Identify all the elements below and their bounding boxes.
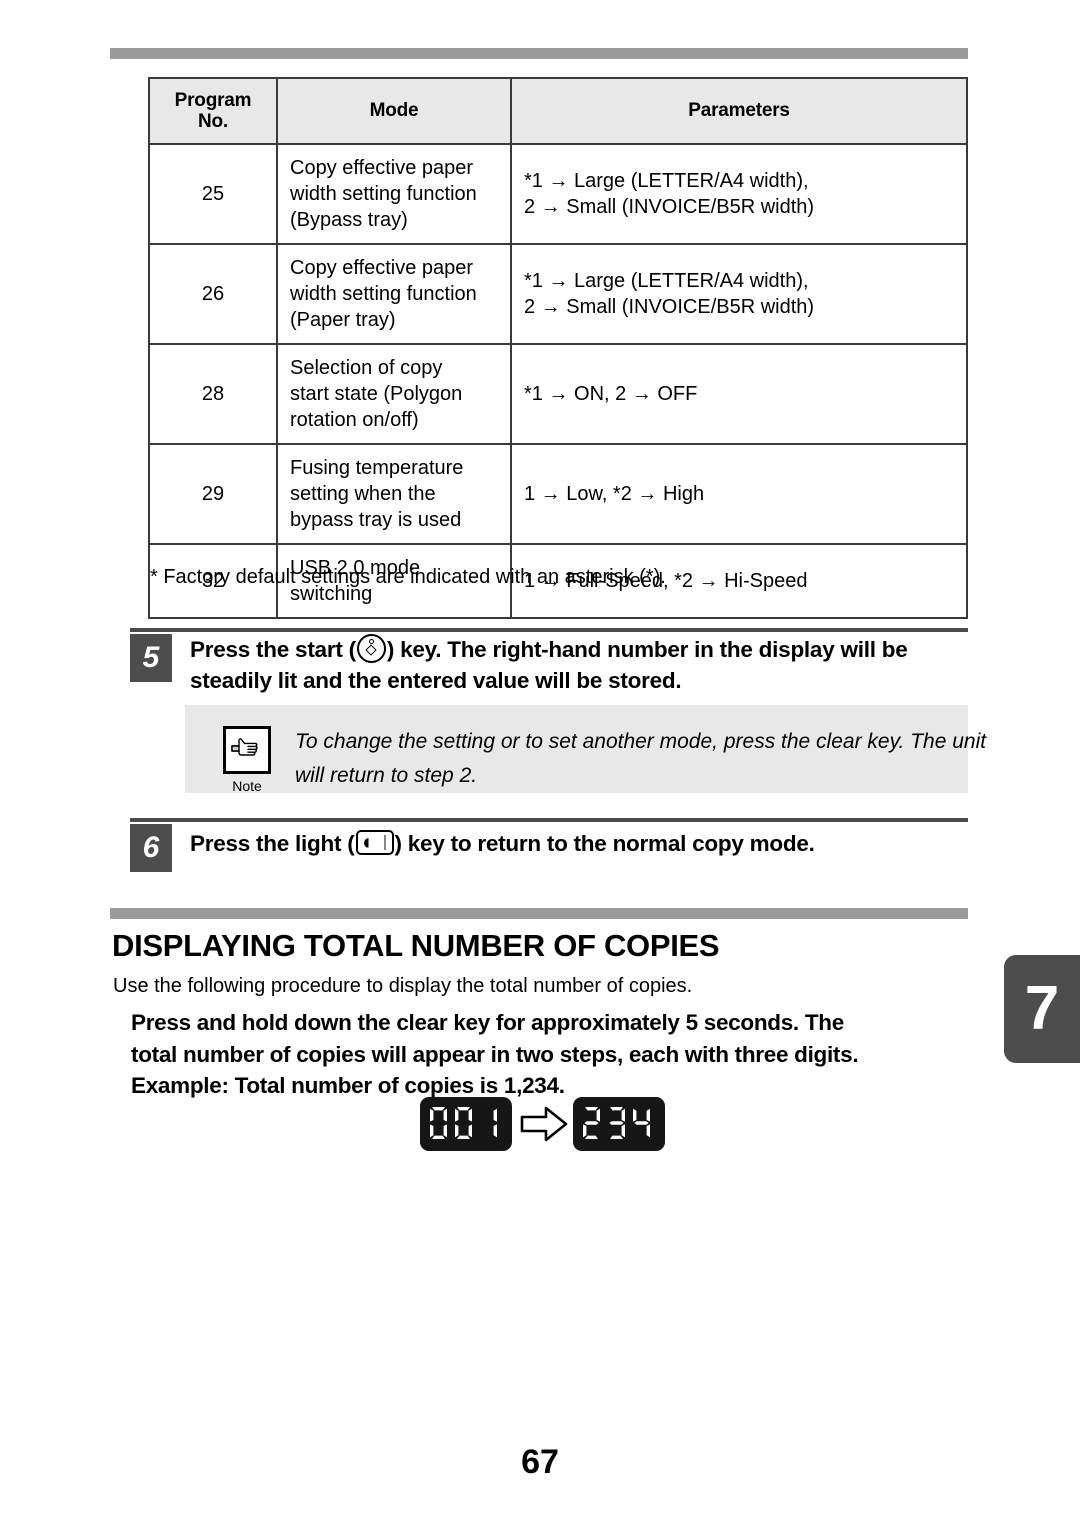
section-body-line1: Press and hold down the clear key for ap…	[131, 1010, 844, 1035]
step-5-text-before-key: Press the start (	[190, 637, 356, 662]
note-text: To change the setting or to set another …	[295, 730, 987, 788]
column-header-program-no-line1: Program	[174, 89, 252, 111]
cell-mode-line: Fusing temperature	[290, 457, 464, 479]
cell-mode-line: bypass tray is used	[290, 509, 462, 531]
start-key-icon	[356, 634, 386, 663]
cell-mode: Copy effective paper width setting funct…	[276, 143, 512, 245]
step-6-divider	[130, 818, 968, 822]
pointing-hand-icon	[223, 726, 271, 774]
cell-mode-line: Copy effective paper	[290, 257, 474, 279]
step-5-divider	[130, 628, 968, 632]
cell-program-no: 29	[148, 443, 278, 545]
cell-mode-line: Selection of copy	[290, 357, 443, 379]
step-6-text-after-key: ) key to return to the normal copy mode.	[394, 831, 815, 856]
cell-mode: Selection of copy start state (Polygon r…	[276, 343, 512, 445]
cell-parameter-line: *1 → Large (LETTER/A4 width),	[524, 169, 809, 192]
section-heading: DISPLAYING TOTAL NUMBER OF COPIES	[112, 928, 720, 963]
cell-parameter-line: 2 → Small (INVOICE/B5R width)	[524, 296, 815, 318]
table-row: 25 Copy effective paper width setting fu…	[148, 143, 968, 245]
step-6-text-before-key: Press the light (	[190, 831, 355, 856]
section-body-line2: total number of copies will appear in tw…	[131, 1041, 859, 1067]
column-header-program-no: Program No.	[148, 77, 278, 145]
cell-mode: Copy effective paper width setting funct…	[276, 243, 512, 345]
cell-program-no: 26	[148, 243, 278, 345]
step-5-number-badge: 5	[130, 634, 172, 682]
page-number: 67	[521, 1443, 559, 1481]
cell-parameter-line: 1 → Low, *2 → High	[524, 482, 705, 505]
manual-page: Program No. Mode Parameters 25 Copy effe…	[0, 0, 1080, 1529]
cell-parameters: *1 → Large (LETTER/A4 width), 2 → Small …	[510, 143, 968, 245]
led-display-second	[573, 1097, 665, 1151]
table-row: 29 Fusing temperature setting when the b…	[148, 443, 968, 545]
led-display-example	[420, 1097, 670, 1153]
cell-parameter-line: *1 → ON, 2 → OFF	[524, 382, 698, 405]
cell-mode-line: (Paper tray)	[290, 309, 396, 331]
column-header-program-no-line2: No.	[197, 111, 228, 132]
cell-parameter-line: 2 → Small (INVOICE/B5R width)	[524, 196, 815, 218]
cell-mode: Fusing temperature setting when the bypa…	[276, 443, 512, 545]
cell-mode-line: Copy effective paper	[290, 157, 474, 179]
section-intro-text: Use the following procedure to display t…	[113, 975, 693, 997]
step-6-number-badge: 6	[130, 824, 172, 872]
note-icon-label: Note	[232, 778, 262, 794]
cell-parameters: 1 → Low, *2 → High	[510, 443, 968, 545]
cell-parameters: *1 → Large (LETTER/A4 width), 2 → Small …	[510, 243, 968, 345]
cell-mode-line: setting when the	[290, 483, 436, 505]
note-box: Note To change the setting or to set ano…	[185, 705, 986, 794]
column-header-mode: Mode	[276, 77, 512, 145]
step-6-instruction: Press the light ( ) key to return to the …	[190, 828, 968, 859]
top-divider-bar	[110, 48, 968, 59]
step-6-block: 6 Press the light ( ) key to return to th…	[130, 818, 968, 878]
column-header-parameters: Parameters	[510, 77, 968, 145]
led-display-first	[420, 1097, 512, 1151]
cell-mode-line: width setting function	[290, 183, 477, 205]
cell-program-no: 25	[148, 143, 278, 245]
step-5-instruction: Press the start () key. The right-hand n…	[190, 634, 968, 696]
section-body-text: Press and hold down the clear key for ap…	[131, 1007, 961, 1102]
section-divider-bar	[110, 908, 968, 919]
table-row: 26 Copy effective paper width setting fu…	[148, 243, 968, 345]
cell-mode-line: (Bypass tray)	[290, 209, 408, 231]
cell-parameter-line: *1 → Large (LETTER/A4 width),	[524, 269, 809, 292]
cell-mode-line: rotation on/off)	[290, 409, 419, 431]
program-settings-table: Program No. Mode Parameters 25 Copy effe…	[148, 77, 968, 619]
right-arrow-icon	[520, 1106, 568, 1142]
note-icon-group: Note	[219, 726, 275, 794]
table-footnote: * Factory default settings are indicated…	[150, 566, 666, 588]
cell-parameters: *1 → ON, 2 → OFF	[510, 343, 968, 445]
chapter-tab: 7	[1004, 955, 1080, 1063]
cell-program-no: 28	[148, 343, 278, 445]
table-header-row: Program No. Mode Parameters	[148, 77, 968, 145]
light-key-icon	[355, 830, 394, 855]
cell-mode-line: start state (Polygon	[290, 383, 463, 405]
cell-mode-line: width setting function	[290, 283, 477, 305]
table-row: 28 Selection of copy start state (Polygo…	[148, 343, 968, 445]
step-5-block: 5 Press the start () key. The right-hand…	[130, 628, 968, 693]
